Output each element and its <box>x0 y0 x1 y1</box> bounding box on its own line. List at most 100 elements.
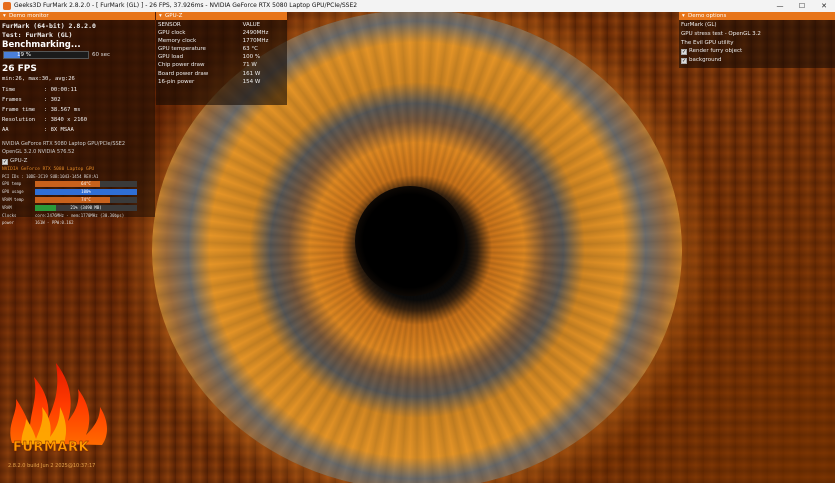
progress-duration: 60 sec <box>92 52 111 58</box>
bar-label: GPU usage <box>2 189 24 194</box>
render-furry-object-option[interactable]: ✓ Render furry object <box>681 48 742 55</box>
clocks-value: core:2476MHz - mem:1770MHz (30.30bps) <box>35 213 125 218</box>
bar-value: 74°C <box>81 197 91 202</box>
vram-temp-bar: 74°C <box>35 197 137 203</box>
sensor-name: Memory clock <box>158 38 197 45</box>
power-value: 161W - PPW:0.162 <box>35 220 74 225</box>
sensor-value: 100 % <box>242 54 261 61</box>
table-row: 16-pin power 154 W <box>156 78 287 86</box>
gpu-temp-row: GPU temp 64°C <box>2 181 137 187</box>
table-row: Board power draw 161 W <box>156 69 287 77</box>
gpuz-panel-header[interactable]: ▾ GPU-Z <box>156 12 287 20</box>
stat-row-aa: AA : 8X MSAA <box>2 127 74 133</box>
gpu-usage-bar: 100% <box>35 189 137 195</box>
checkbox-checked-icon[interactable]: ✓ <box>2 159 8 165</box>
minimize-button[interactable]: — <box>769 0 791 12</box>
app-icon <box>3 2 11 10</box>
bar-value: 21% (3490 MB) <box>70 205 102 210</box>
stat-key: AA <box>2 127 9 133</box>
donut-hole <box>355 186 465 296</box>
furmark-logo-text: FURMARK <box>13 440 90 455</box>
stat-value: : 3840 x 2160 <box>44 117 88 123</box>
demo-options-panel: ▾ Demo options FurMark (GL) GPU stress te… <box>679 12 835 68</box>
stat-value: : 302 <box>44 97 61 103</box>
furmark-flame-logo <box>10 363 107 445</box>
gpuz-pci-ids: PCI IDs : 10DE-2C19 SUB:1043-1454 REV:A1 <box>2 174 99 179</box>
renderer-gpu-name: NVIDIA GeForce RTX 5080 Laptop GPU/PCIe/… <box>2 141 126 147</box>
option-label: background <box>689 57 722 63</box>
table-row: Chip power draw 71 W <box>156 61 287 69</box>
gpuz-panel-title: GPU-Z <box>165 13 183 19</box>
bar-label: VRAM temp <box>2 197 24 202</box>
demo-name: FurMark (GL) <box>681 22 717 28</box>
sensor-value: 63 °C <box>242 46 258 53</box>
window-title-bar: Geeks3D FurMark 2.8.2.0 - [ FurMark (GL)… <box>0 0 835 12</box>
sensor-value: 71 W <box>242 62 257 69</box>
stat-row-resolution: Resolution : 3840 x 2160 <box>2 117 87 123</box>
table-row: Memory clock 1770MHz <box>156 37 287 45</box>
window-title: Geeks3D FurMark 2.8.2.0 - [ FurMark (GL)… <box>14 2 358 9</box>
bar-label: VRAM <box>2 205 12 210</box>
table-row: GPU load 100 % <box>156 53 287 61</box>
table-row: GPU clock 2490MHz <box>156 29 287 37</box>
column-header-sensor: SENSOR <box>158 22 181 28</box>
gpuz-gpu-name: NVIDIA GeForce RTX 5080 Laptop GPU <box>2 167 95 172</box>
opengl-version: OpenGL 3.2.0 NVIDIA 576.52 <box>2 149 75 155</box>
clocks-row: Clocks core:2476MHz - mem:1770MHz (30.30… <box>2 213 137 219</box>
app-name: FurMark (64-bit) 2.8.2.0 <box>2 22 96 30</box>
demo-monitor-header[interactable]: ▾ Demo monitor <box>0 12 155 20</box>
demo-monitor-panel: ▾ Demo monitor FurMark (64-bit) 2.8.2.0 T… <box>0 12 155 225</box>
table-row: GPU temperature 63 °C <box>156 45 287 53</box>
sensor-name: 16-pin power <box>158 78 195 85</box>
gpuz-sensor-panel: ▾ GPU-Z SENSOR VALUE GPU clock 2490MHz Mem… <box>156 12 287 105</box>
test-name: Test: FurMark (GL) <box>2 31 73 39</box>
fps-stats: min:26, max:30, avg:26 <box>2 76 75 82</box>
demo-options-title: Demo options <box>688 13 727 19</box>
sensor-table-header: SENSOR VALUE <box>156 21 287 29</box>
gpuz-mini-toggle[interactable]: ✓ GPU-Z <box>2 158 27 165</box>
close-button[interactable]: ✕ <box>813 0 835 12</box>
stat-row-frames: Frames : 302 <box>2 97 61 103</box>
checkbox-checked-icon[interactable]: ✓ <box>681 58 687 64</box>
fps-counter: 26 FPS <box>2 64 37 74</box>
power-row: power 161W - PPW:0.162 <box>2 220 137 226</box>
progress-percent: 19 % <box>17 52 31 58</box>
bar-value: 100% <box>81 189 91 194</box>
power-label: power <box>2 220 15 225</box>
background-option[interactable]: ✓ background <box>681 57 722 64</box>
demo-monitor-title: Demo monitor <box>9 13 49 19</box>
sensor-value: 1770MHz <box>242 38 269 45</box>
sensor-name: GPU clock <box>158 30 186 37</box>
stat-value: : 38.567 ms <box>44 107 81 113</box>
vram-row: VRAM 21% (3490 MB) <box>2 205 137 211</box>
vram-bar: 21% (3490 MB) <box>35 205 137 211</box>
demo-options-header[interactable]: ▾ Demo options <box>679 12 835 20</box>
sensor-name: Board power draw <box>158 70 209 77</box>
stat-key: Time <box>2 87 16 93</box>
maximize-button[interactable]: ☐ <box>791 0 813 12</box>
stat-value: : 8X MSAA <box>44 127 74 133</box>
build-info: 2.8.2.0 build Jun 2 2025@10:37:17 <box>8 463 96 469</box>
sensor-value: 154 W <box>242 78 261 85</box>
sensor-value: 2490MHz <box>242 30 269 37</box>
benchmark-status: Benchmarking... <box>2 40 81 50</box>
clocks-label: Clocks <box>2 213 17 218</box>
demo-tagline: The Evil GPU utility <box>681 40 734 46</box>
stat-key: Frames <box>2 97 22 103</box>
checkbox-checked-icon[interactable]: ✓ <box>681 49 687 55</box>
sensor-table: SENSOR VALUE GPU clock 2490MHz Memory clo… <box>156 21 287 86</box>
stat-value: : 00:00:11 <box>44 87 78 93</box>
gpuz-mini-title: GPU-Z <box>10 158 28 164</box>
stat-row-frame-time: Frame time : 38.567 ms <box>2 107 80 113</box>
stat-key: Frame time <box>2 107 36 113</box>
bar-value: 64°C <box>81 181 91 186</box>
sensor-name: Chip power draw <box>158 62 205 69</box>
stat-row-time: Time : 00:00:11 <box>2 87 77 93</box>
gpu-usage-row: GPU usage 100% <box>2 189 137 195</box>
gpu-temp-bar: 64°C <box>35 181 137 187</box>
bar-label: GPU temp <box>2 181 22 186</box>
benchmark-progress-bar: 19 % <box>3 51 89 59</box>
sensor-value: 161 W <box>242 70 261 77</box>
column-header-value: VALUE <box>242 22 261 28</box>
stat-key: Resolution <box>2 117 36 123</box>
